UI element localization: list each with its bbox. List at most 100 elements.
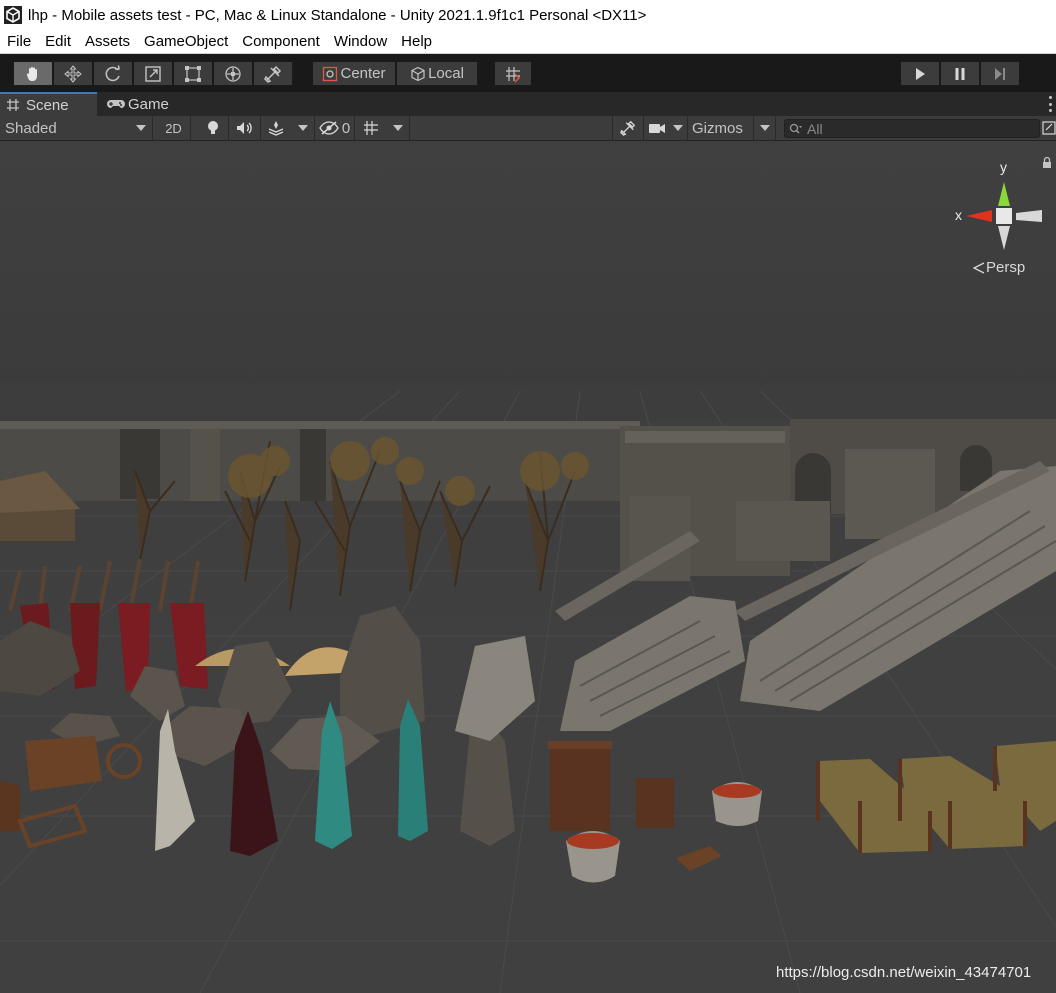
grid-snap-button[interactable] [494,61,532,86]
chevron-down-icon [392,125,403,131]
main-toolbar: Center Local [0,54,1056,92]
pivot-center-button[interactable]: Center [312,61,396,86]
scene-render [0,141,1056,993]
speaker-icon [236,122,252,134]
step-button[interactable] [980,61,1020,86]
gizmos-label: Gizmos [692,119,743,137]
scene-extra-button[interactable] [1042,116,1056,140]
menu-assets[interactable]: Assets [78,30,137,54]
rect-tool-button[interactable] [173,61,213,86]
scene-search-field[interactable]: All [784,119,1040,138]
pause-button[interactable] [940,61,980,86]
wardrobe [548,741,612,831]
tab-scene-label: Scene [26,96,69,114]
custom-tool-button[interactable] [253,61,293,86]
local-space-icon [411,66,425,81]
pivot-label: Center [340,65,386,82]
pivot-tools: Center Local [312,61,478,86]
gizmo-x-label: x [955,207,962,223]
effects-dropdown[interactable] [261,116,315,140]
lighting-toggle[interactable] [197,116,229,140]
perspective-icon [972,261,985,274]
move-icon [64,64,82,83]
rotate-tool-button[interactable] [93,61,133,86]
pause-icon [955,67,965,80]
camera-icon [648,124,665,133]
menu-help[interactable]: Help [394,30,439,54]
pivot-center-icon [323,66,338,81]
hidden-count: 0 [341,119,351,137]
toggle-2d-button[interactable]: 2D [157,116,191,140]
projection-toggle[interactable]: Persp [972,259,1025,276]
gizmo-center-cube[interactable] [996,208,1012,224]
toggle-2d-label: 2D [165,120,182,136]
menu-window[interactable]: Window [327,30,394,54]
tab-bar: Scene Game [0,92,1056,116]
watermark-url: https://blog.csdn.net/weixin_43474701 [776,964,1032,981]
menu-gameobject[interactable]: GameObject [137,30,235,54]
chevron-down-icon [297,125,308,131]
gizmo-y-label: y [1000,159,1007,175]
chevron-down-icon [136,125,146,131]
scale-icon [145,65,161,82]
play-icon [916,67,925,80]
lightbulb-icon [207,121,218,134]
tab-game-label: Game [128,95,169,113]
tools-toggle[interactable] [612,116,644,140]
pivot-space-button[interactable]: Local [396,61,478,86]
play-button[interactable] [900,61,940,86]
move-tool-button[interactable] [53,61,93,86]
tab-scene[interactable]: Scene [0,92,97,116]
grid-snap-icon [506,66,521,83]
audio-toggle[interactable] [229,116,261,140]
gizmos-dropdown[interactable] [754,116,776,140]
menu-component[interactable]: Component [235,30,327,54]
menu-file[interactable]: File [0,30,38,54]
hidden-eye-icon [319,121,339,135]
gizmo-y-arrow[interactable] [998,182,1010,206]
projection-label: Persp [986,259,1026,276]
chevron-down-icon [673,125,684,131]
scene-viewport[interactable]: y x Persp https://blog.csdn.net/weixin_4… [0,141,1056,993]
rect-transform-icon [185,65,201,82]
grid-icon [363,121,378,135]
snap-tools [494,61,532,86]
transform-icon [225,65,241,82]
menu-edit[interactable]: Edit [38,30,78,54]
layers-icon [1042,121,1056,135]
tab-game[interactable]: Game [101,92,181,116]
draw-mode-label: Shaded [5,119,57,137]
transform-tools [13,61,293,86]
camera-settings-dropdown[interactable] [644,116,688,140]
panel-menu-icon[interactable] [1049,96,1053,112]
gamepad-icon [107,100,125,108]
scene-visibility-toggle[interactable]: 0 [315,116,355,140]
playback-controls [900,61,1020,86]
space-label: Local [428,65,464,82]
gizmo-x-arrow[interactable] [966,210,992,222]
nightstand [636,778,674,828]
search-placeholder: All [807,120,823,137]
hand-tool-button[interactable] [13,61,53,86]
transform-tool-button[interactable] [213,61,253,86]
rotate-icon [105,64,120,81]
lock-icon[interactable] [1042,157,1052,169]
tools-icon [620,120,636,136]
grid-dropdown[interactable] [355,116,410,140]
draw-mode-dropdown[interactable]: Shaded [0,116,153,140]
effects-icon [268,121,284,136]
scene-grid-icon [7,99,19,111]
scene-toolbar: Shaded 2D 0 Gizmos All [0,116,1056,141]
scale-tool-button[interactable] [133,61,173,86]
menu-bar: File Edit Assets GameObject Component Wi… [0,30,1056,54]
gizmos-button[interactable]: Gizmos [688,116,754,140]
gizmo-neg-y-arrow[interactable] [998,226,1010,250]
gizmo-neg-x-arrow[interactable] [1016,210,1042,222]
window-title: lhp - Mobile assets test - PC, Mac & Lin… [28,6,647,24]
unity-logo-icon [4,6,22,24]
hand-icon [26,66,37,81]
tools-icon [264,65,282,83]
title-bar: lhp - Mobile assets test - PC, Mac & Lin… [0,0,1056,30]
chevron-down-icon [759,125,770,131]
search-icon [789,123,802,134]
